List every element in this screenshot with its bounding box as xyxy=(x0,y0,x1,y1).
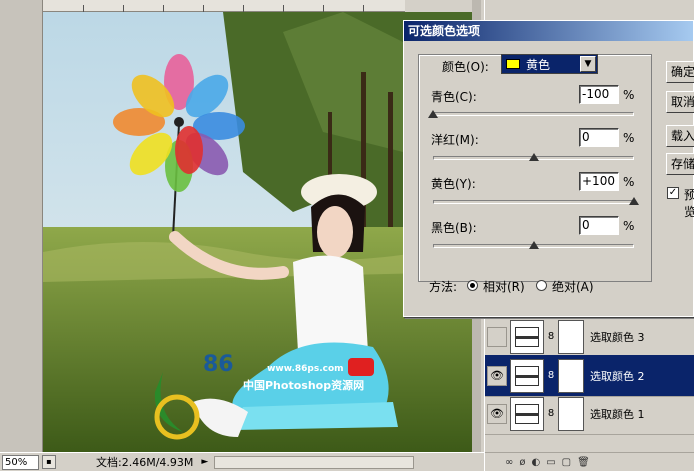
magenta-slider-thumb[interactable] xyxy=(528,153,539,161)
zoom-input[interactable]: 50% xyxy=(2,454,39,470)
cyan-input[interactable]: -100 xyxy=(579,85,619,104)
percent-label: % xyxy=(623,219,635,233)
adjustment-thumbnail-icon xyxy=(510,358,544,393)
yellow-input[interactable]: +100 xyxy=(579,172,619,191)
absolute-radio[interactable] xyxy=(536,280,547,291)
black-label: 黑色(B): xyxy=(431,221,477,235)
relative-radio[interactable] xyxy=(467,280,478,291)
load-button[interactable]: 载入... xyxy=(666,125,694,147)
cyan-slider-thumb[interactable] xyxy=(428,110,438,118)
horizontal-ruler xyxy=(43,0,405,12)
vertical-ruler xyxy=(0,0,43,452)
watermark-site: www.86ps.com xyxy=(267,364,344,374)
layer-name: 选取颜色 3 xyxy=(590,330,645,344)
cyan-label: 青色(C): xyxy=(431,90,477,104)
black-slider-thumb[interactable] xyxy=(528,241,539,249)
percent-label: % xyxy=(623,131,635,145)
watermark-text: 86 www.86ps.com 中国Photoshop资源网 xyxy=(203,352,364,393)
layer-row-selective-color-1[interactable]: 👁 8 选取颜色 1 xyxy=(485,393,694,435)
layer-mask-thumbnail[interactable] xyxy=(558,396,584,431)
canvas-horizontal-scrollbar[interactable] xyxy=(214,455,415,469)
preview-checkbox[interactable]: ✓ xyxy=(667,187,679,199)
link-icon[interactable]: 8 xyxy=(546,370,556,381)
color-label: 颜色(O): xyxy=(442,60,489,74)
absolute-radio-label[interactable]: 绝对(A) xyxy=(552,278,594,295)
color-select[interactable]: 黄色 ▼ xyxy=(501,54,598,74)
status-expand-icon[interactable]: ► xyxy=(201,457,208,467)
history-row[interactable] xyxy=(485,0,694,22)
layer-mask-thumbnail[interactable] xyxy=(558,319,584,354)
yellow-label: 黄色(Y): xyxy=(431,177,476,191)
dialog-title[interactable]: 可选颜色选项 xyxy=(404,21,693,41)
watermark-number: 86 xyxy=(203,352,234,377)
link-icon[interactable]: 8 xyxy=(546,331,556,342)
chevron-down-icon[interactable]: ▼ xyxy=(580,56,596,72)
eye-icon[interactable]: 👁 xyxy=(487,365,507,386)
watermark-chinese: 中国Photoshop资源网 xyxy=(243,379,365,392)
preview-label[interactable]: 预览 xyxy=(684,186,694,220)
magenta-label: 洋红(M): xyxy=(431,133,479,147)
layers-toolbar: ∞ ø ◐ ▭ ▢ 🗑 xyxy=(485,452,694,471)
percent-label: % xyxy=(623,88,635,102)
yellow-slider-track[interactable] xyxy=(433,200,634,204)
layer-mask-thumbnail[interactable] xyxy=(558,358,584,393)
link-layers-icon[interactable]: ∞ xyxy=(505,457,513,468)
method-label: 方法: xyxy=(429,280,458,294)
save-button[interactable]: 存储... xyxy=(666,153,694,175)
link-icon[interactable]: 8 xyxy=(546,408,556,419)
relative-radio-label[interactable]: 相对(R) xyxy=(483,278,525,295)
eye-icon[interactable]: 👁 xyxy=(487,403,507,424)
adjustment-layer-icon[interactable]: ◐ xyxy=(531,457,540,468)
adjustment-thumbnail-icon xyxy=(510,319,544,354)
photoshop-window: 86 www.86ps.com 中国Photoshop资源网 50% ▪ 文档:… xyxy=(0,0,694,471)
status-menu-icon[interactable]: ▪ xyxy=(42,455,56,469)
ok-button[interactable]: 确定 xyxy=(666,61,694,83)
document-info: 文档:2.46M/4.93M xyxy=(96,456,194,469)
group-icon[interactable]: ▭ xyxy=(546,457,555,468)
color-select-value: 黄色 xyxy=(526,57,551,72)
layer-name: 选取颜色 2 xyxy=(590,369,645,383)
layer-row-selective-color-2[interactable]: 👁 8 选取颜色 2 xyxy=(485,355,694,397)
new-layer-icon[interactable]: ▢ xyxy=(562,457,571,468)
cyan-slider-track[interactable] xyxy=(433,112,634,116)
cancel-button[interactable]: 取消 xyxy=(666,91,694,113)
selective-color-dialog: 可选颜色选项 颜色(O): 黄色 ▼ 青色(C): -100 % 洋红(M): … xyxy=(403,20,694,317)
trash-icon[interactable]: 🗑 xyxy=(577,457,590,468)
layer-name: 选取颜色 1 xyxy=(590,407,645,421)
layer-row-selective-color-3[interactable]: 8 选取颜色 3 xyxy=(485,316,694,358)
status-bar: 50% ▪ 文档:2.46M/4.93M ► xyxy=(0,452,484,471)
black-input[interactable]: 0 xyxy=(579,216,619,235)
percent-label: % xyxy=(623,175,635,189)
yellow-swatch xyxy=(506,59,520,69)
layer-style-icon[interactable]: ø xyxy=(519,457,525,468)
visibility-toggle-icon[interactable] xyxy=(487,326,507,347)
magenta-input[interactable]: 0 xyxy=(579,128,619,147)
adjustment-thumbnail-icon xyxy=(510,396,544,431)
yellow-slider-thumb[interactable] xyxy=(629,197,639,205)
